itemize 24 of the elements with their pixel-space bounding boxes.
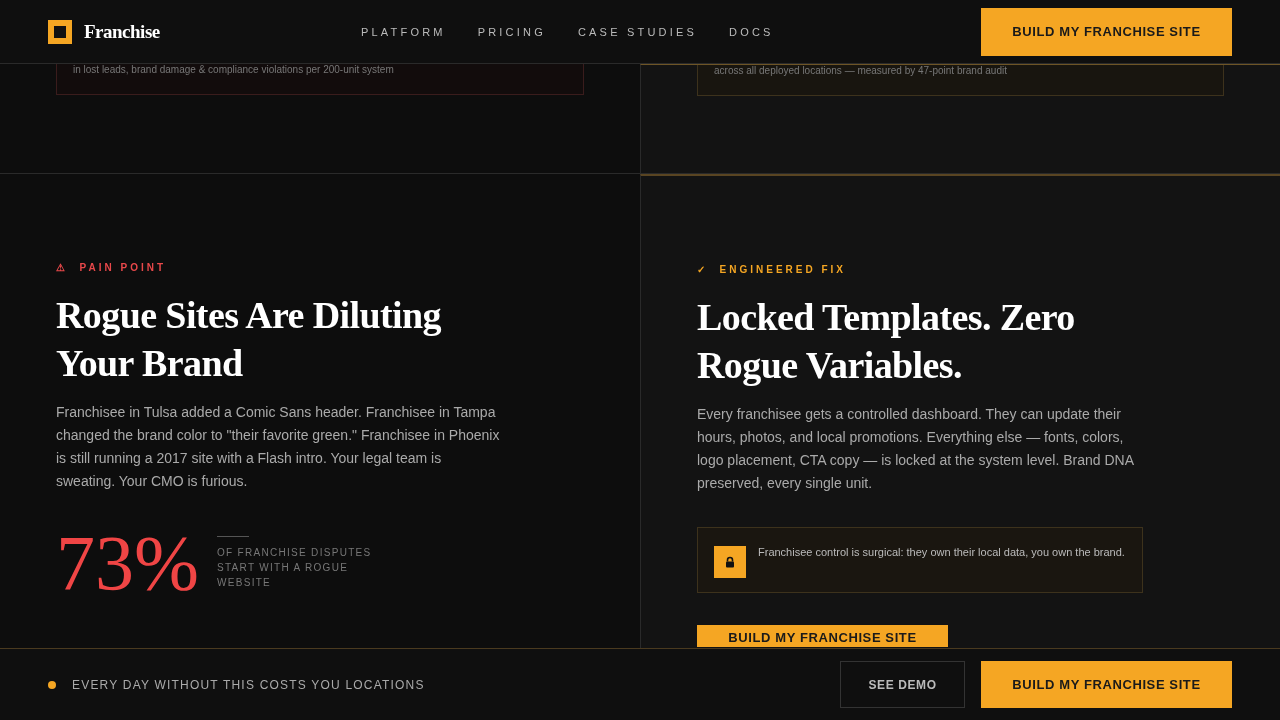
- stat-number: 73%: [56, 523, 199, 603]
- nav-link[interactable]: PRICING: [477, 25, 546, 38]
- note-text: Franchisee control is surgical: they own their local data, you own the brand.: [758, 546, 1125, 558]
- card-caption: across all deployed locations — measured by 47-point brand audit: [714, 65, 1007, 76]
- section-label: ✓ ENGINEERED FIX: [697, 264, 847, 275]
- nav-link[interactable]: DOCS: [729, 25, 774, 38]
- stat-caption: OF FRANCHISE DISPUTES START WITH A ROGUE WEBSITE: [217, 546, 373, 590]
- demo-button[interactable]: SEE DEMO: [840, 661, 965, 708]
- cta-button[interactable]: BUILD MY FRANCHISE SITE: [981, 7, 1232, 56]
- section-title: Rogue Sites Are Diluting Your Brand: [56, 293, 442, 386]
- bar-message: EVERY DAY WITHOUT THIS COSTS YOU LOCATIONS: [72, 677, 425, 692]
- lock-icon: [714, 546, 746, 578]
- section-title: Locked Templates. Zero Rogue Variables.: [697, 295, 1076, 388]
- body-text: Every franchisee gets a controlled dashboard. They can update their hours, photos, and local promotions. Everything else — fonts, colors, logo placement, CTA copy — is locked at the system level. Brand DNA preserved, every single unit.: [697, 405, 1135, 493]
- nav-link[interactable]: CASE STUDIES: [577, 25, 698, 38]
- cta-button[interactable]: BUILD MY FRANCHISE SITE: [697, 625, 948, 647]
- nav-link[interactable]: PLATFORM: [361, 25, 446, 38]
- card-caption: in lost leads, brand damage & compliance violations per 200-unit system: [73, 64, 394, 75]
- logo-icon: [48, 19, 72, 44]
- cta-button[interactable]: BUILD MY FRANCHISE SITE: [981, 661, 1232, 708]
- section-label: ⚠ PAIN POINT: [56, 262, 168, 273]
- status-dot-icon: [48, 680, 56, 689]
- body-text: Franchisee in Tulsa added a Comic Sans header. Franchisee in Tampa changed the brand color to "their favorite green." Franchisee in Phoenix is still running a 2017 site with a Flash intro. Your legal team is sweating. Your CMO is furious.: [56, 403, 501, 491]
- brand-name[interactable]: Franchise: [84, 20, 160, 43]
